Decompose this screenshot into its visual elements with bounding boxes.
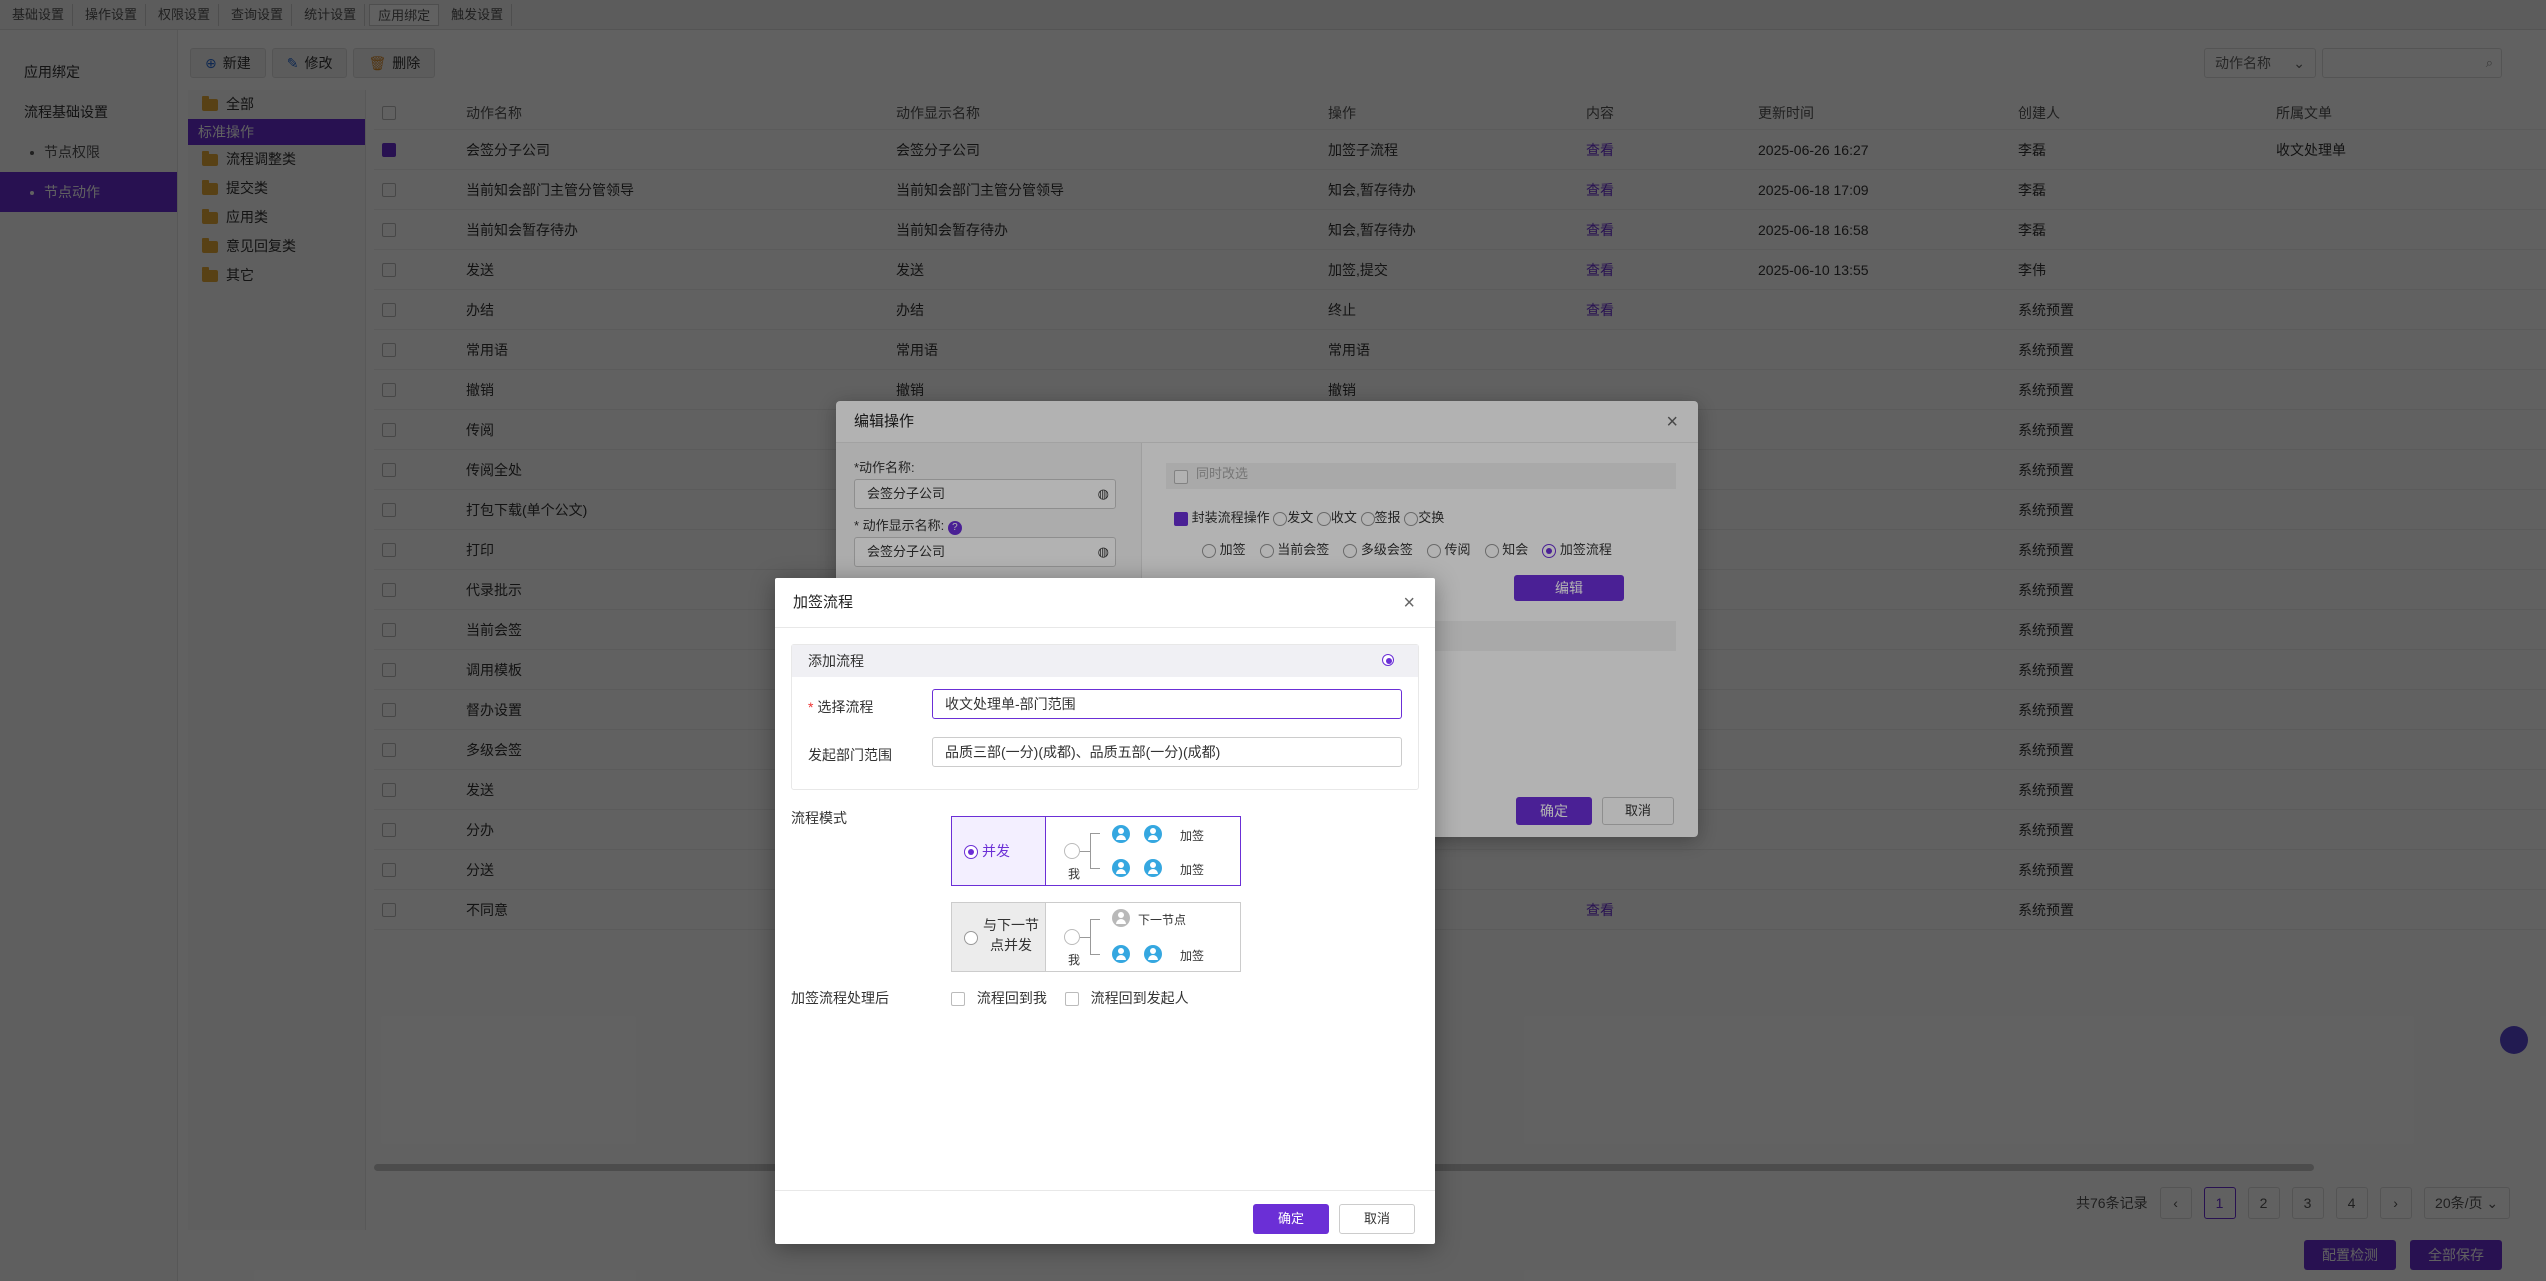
select-flow-value: 收文处理单-部门范围	[945, 696, 1076, 712]
add-flow-section-header: 添加流程	[792, 645, 1418, 677]
add-flow-section: 添加流程 * 选择流程 收文处理单-部门范围 发起部门范围 品质三部(一分)(成…	[791, 644, 1419, 790]
mode-next-radio[interactable]	[964, 931, 978, 946]
after-process-label: 加签流程处理后	[791, 990, 889, 1006]
select-flow-label: 选择流程	[817, 699, 874, 715]
add-dialog-title: 加签流程	[793, 594, 854, 611]
mode-concurrent-text: 并发	[982, 843, 1010, 859]
person-icon	[1144, 945, 1162, 963]
add-cancel-button[interactable]: 取消	[1339, 1204, 1415, 1234]
person-icon	[1112, 945, 1130, 963]
me-node-icon	[1064, 843, 1080, 859]
add-flow-dialog: 加签流程 × 添加流程 * 选择流程 收文处理单-部门范围 发起部门范围 品质三…	[775, 578, 1435, 1244]
close-icon[interactable]: ×	[1403, 578, 1415, 628]
return-to-initiator-label: 流程回到发起人	[1090, 990, 1189, 1006]
dept-range-input[interactable]: 品质三部(一分)(成都)、品质五部(一分)(成都)	[932, 737, 1402, 767]
select-flow-label-wrap: * 选择流程	[808, 699, 874, 715]
person-icon	[1112, 859, 1130, 877]
add-ok-button[interactable]: 确定	[1253, 1204, 1329, 1234]
mode-concurrent-radio[interactable]	[964, 845, 978, 860]
return-to-me-checkbox[interactable]	[951, 992, 965, 1007]
dept-range-value: 品质三部(一分)(成都)、品质五部(一分)(成都)	[945, 744, 1221, 760]
mode-concurrent-card[interactable]: 并发 我 加签 加签	[951, 816, 1241, 886]
me-label: 我	[1068, 867, 1081, 881]
add-label: 加签	[1180, 829, 1205, 843]
return-to-me-label: 流程回到我	[976, 990, 1047, 1006]
next-node-label: 下一节点	[1138, 913, 1187, 927]
after-process-options: 流程回到我 流程回到发起人	[951, 988, 1189, 1008]
dept-range-label: 发起部门范围	[808, 747, 892, 763]
mode-next-concurrent-card[interactable]: 与下一节点并发 我 下一节点 加签	[951, 902, 1241, 972]
collapse-icon[interactable]	[1382, 654, 1394, 666]
mode-concurrent-label-box: 并发	[952, 817, 1046, 885]
select-flow-input[interactable]: 收文处理单-部门范围	[932, 689, 1402, 719]
flow-mode-label: 流程模式	[791, 810, 847, 826]
person-icon	[1144, 859, 1162, 877]
add-label: 加签	[1180, 949, 1205, 963]
mode-next-text: 与下一节点并发	[983, 917, 1039, 953]
person-icon	[1112, 909, 1130, 927]
me-label: 我	[1068, 953, 1081, 967]
me-node-icon	[1064, 929, 1080, 945]
return-to-initiator-checkbox[interactable]	[1064, 992, 1079, 1007]
mode-next-label-box: 与下一节点并发	[952, 903, 1046, 971]
add-flow-section-title: 添加流程	[808, 653, 864, 669]
add-dialog-header: 加签流程 ×	[775, 578, 1435, 628]
footer-divider	[775, 1190, 1435, 1191]
person-icon	[1112, 825, 1130, 843]
person-icon	[1144, 825, 1162, 843]
add-label: 加签	[1180, 863, 1205, 877]
